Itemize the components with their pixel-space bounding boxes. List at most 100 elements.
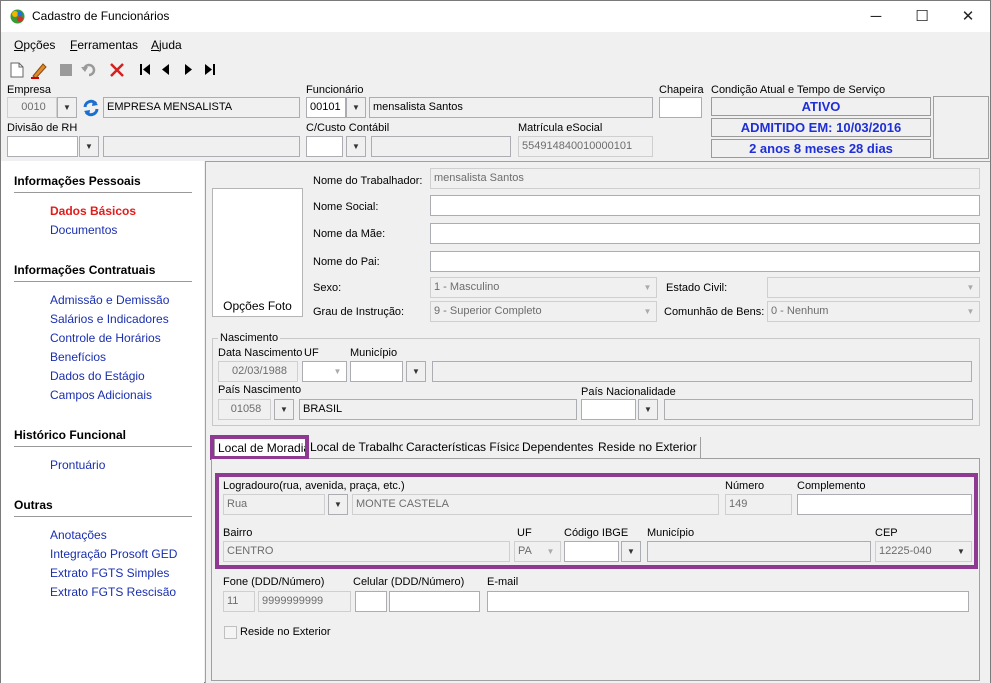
tab-caracteristicas-fisicas[interactable]: Características Físicas (403, 437, 532, 458)
nav-divider (14, 192, 192, 193)
refresh-icon[interactable] (81, 98, 101, 117)
tab-reside-exterior[interactable]: Reside no Exterior (595, 437, 701, 458)
municipio-nascimento-code[interactable] (350, 361, 403, 382)
tipo-logradouro-select[interactable]: Rua (223, 494, 325, 515)
stop-icon[interactable] (59, 63, 73, 77)
ibge-input[interactable] (564, 541, 619, 562)
ccusto-dropdown-button[interactable]: ▼ (346, 136, 366, 157)
employee-thumbnail (933, 96, 989, 159)
tab-local-trabalho[interactable]: Local de Trabalho (307, 437, 410, 458)
nav-link-prontuario[interactable]: Prontuário (50, 458, 105, 472)
last-icon[interactable] (204, 63, 216, 76)
tipo-logradouro-dropdown-button[interactable]: ▼ (328, 494, 348, 515)
new-icon[interactable] (10, 62, 24, 78)
celular-numero-input[interactable] (389, 591, 480, 612)
nav-link-extrato-fgts-simples[interactable]: Extrato FGTS Simples (50, 566, 169, 580)
estado-civil-label: Estado Civil: (666, 282, 728, 294)
nav-link-salarios[interactable]: Salários e Indicadores (50, 312, 169, 326)
sexo-dropdown-icon: ▼ (639, 278, 656, 297)
nome-pai-input[interactable] (430, 251, 980, 272)
nav-link-integracao-ged[interactable]: Integração Prosoft GED (50, 547, 177, 561)
divisao-dropdown-button[interactable]: ▼ (79, 136, 99, 157)
nav-link-anotacoes[interactable]: Anotações (50, 528, 107, 542)
estado-civil-select[interactable] (767, 277, 980, 298)
email-input[interactable] (487, 591, 969, 612)
pais-nacionalidade-name (664, 399, 973, 420)
tab-dependentes[interactable]: Dependentes (519, 437, 598, 458)
divisao-code-input[interactable] (7, 136, 78, 157)
nav-link-documentos[interactable]: Documentos (50, 223, 117, 237)
nome-trabalhador-label: Nome do Trabalhador: (313, 175, 423, 187)
undo-icon[interactable] (80, 62, 98, 78)
app-icon (10, 9, 25, 24)
ibge-dropdown-button[interactable]: ▼ (621, 541, 641, 562)
municipio-label: Município (647, 527, 695, 539)
nav-link-dados-basicos[interactable]: Dados Básicos (50, 204, 136, 218)
nome-pai-label: Nome do Pai: (313, 256, 380, 268)
pais-nascimento-name: BRASIL (299, 399, 577, 420)
nav-link-controle-horarios[interactable]: Controle de Horários (50, 331, 161, 345)
municipio-nascimento-dropdown-button[interactable]: ▼ (406, 361, 426, 382)
menu-opcoes[interactable]: Opções (14, 38, 55, 52)
ccusto-code-input[interactable] (306, 136, 343, 157)
uf-label: UF (517, 527, 532, 539)
pais-nascimento-code[interactable]: 01058 (218, 399, 271, 420)
logradouro-field[interactable]: MONTE CASTELA (352, 494, 719, 515)
grau-dropdown-icon: ▼ (639, 302, 656, 321)
funcionario-dropdown-button[interactable]: ▼ (346, 97, 366, 118)
nome-mae-input[interactable] (430, 223, 980, 244)
title-bar: Cadastro de Funcionários ─ ☐ ✕ (1, 1, 990, 32)
email-label: E-mail (487, 576, 519, 588)
menu-ajuda[interactable]: Ajuda (151, 38, 182, 52)
prev-icon[interactable] (161, 63, 171, 76)
nome-mae-label: Nome da Mãe: (313, 228, 386, 240)
nav-link-campos-adicionais[interactable]: Campos Adicionais (50, 388, 152, 402)
minimize-button[interactable]: ─ (853, 1, 899, 32)
complemento-input[interactable] (797, 494, 972, 515)
window-title: Cadastro de Funcionários (32, 9, 170, 23)
nav-link-dados-estagio[interactable]: Dados do Estágio (50, 369, 145, 383)
comunhao-select[interactable]: 0 - Nenhum (767, 301, 980, 322)
sexo-select[interactable]: 1 - Masculino (430, 277, 657, 298)
chapeira-input[interactable] (659, 97, 702, 118)
pais-nacionalidade-code[interactable] (581, 399, 636, 420)
empresa-dropdown-button[interactable]: ▼ (57, 97, 77, 118)
data-nascimento-label: Data Nascimento (218, 347, 303, 359)
celular-label: Celular (DDD/Número) (353, 576, 465, 588)
celular-ddd-input[interactable] (355, 591, 387, 612)
bairro-field[interactable]: CENTRO (223, 541, 510, 562)
delete-icon[interactable] (109, 62, 125, 78)
reside-exterior-label: Reside no Exterior (240, 626, 331, 638)
service-time-badge: 2 anos 8 meses 28 dias (711, 139, 931, 158)
first-icon[interactable] (139, 63, 151, 76)
nav-link-extrato-fgts-rescisao[interactable]: Extrato FGTS Rescisão (50, 585, 176, 599)
funcionario-name-field: mensalista Santos (369, 97, 653, 118)
next-icon[interactable] (184, 63, 194, 76)
fone-numero-field[interactable]: 9999999999 (258, 591, 351, 612)
close-button[interactable]: ✕ (945, 1, 991, 32)
edit-icon[interactable] (30, 61, 48, 79)
divisao-label: Divisão de RH (7, 122, 78, 134)
menu-ferramentas[interactable]: Ferramentas (70, 38, 138, 52)
cep-dropdown-icon[interactable]: ▼ (951, 542, 971, 561)
funcionario-code-input[interactable]: 00101 (306, 97, 346, 118)
uf-dropdown-icon: ▼ (542, 542, 559, 561)
logradouro-label: Logradouro(rua, avenida, praça, etc.) (223, 480, 405, 492)
data-nascimento-field[interactable]: 02/03/1988 (218, 361, 298, 382)
nome-social-input[interactable] (430, 195, 980, 216)
pais-nascimento-dropdown-button[interactable]: ▼ (274, 399, 294, 420)
fone-ddd-field[interactable]: 11 (223, 591, 255, 612)
nav-link-admissao[interactable]: Admissão e Demissão (50, 293, 169, 307)
nav-divider (14, 281, 192, 282)
nav-link-beneficios[interactable]: Benefícios (50, 350, 106, 364)
nome-social-label: Nome Social: (313, 201, 379, 213)
pais-nacionalidade-dropdown-button[interactable]: ▼ (638, 399, 658, 420)
numero-field[interactable]: 149 (725, 494, 792, 515)
photo-options-button[interactable]: Opções Foto (213, 297, 302, 315)
empresa-code-input[interactable]: 0010 (7, 97, 57, 118)
reside-exterior-checkbox[interactable] (224, 626, 237, 639)
grau-select[interactable]: 9 - Superior Completo (430, 301, 657, 322)
chapeira-label: Chapeira (659, 84, 704, 96)
complemento-label: Complemento (797, 480, 866, 492)
maximize-button[interactable]: ☐ (899, 1, 945, 32)
